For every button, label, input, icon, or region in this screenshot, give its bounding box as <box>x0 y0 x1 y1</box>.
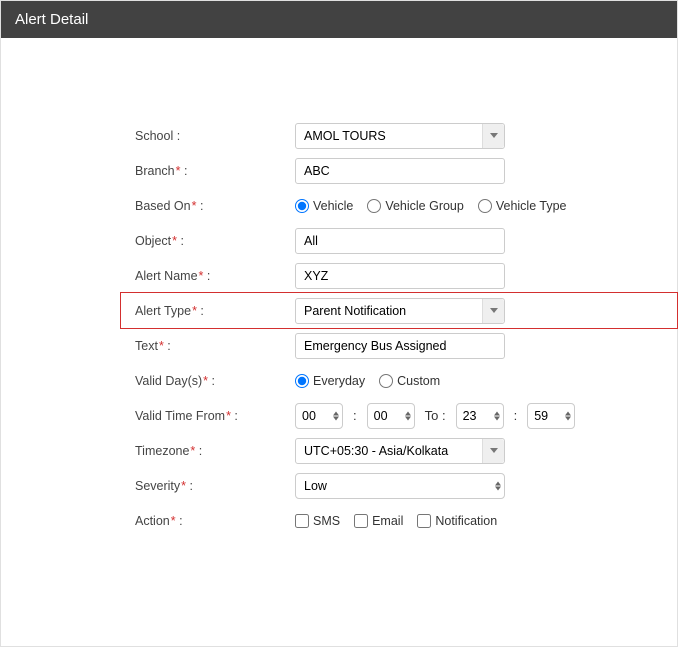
action-sms-checkbox[interactable]: SMS <box>295 514 340 528</box>
row-severity: Severity* : Low <box>121 468 677 503</box>
school-select[interactable]: AMOL TOURS <box>295 123 505 149</box>
action-email-checkbox[interactable]: Email <box>354 514 403 528</box>
row-basedon: Based On* : Vehicle Vehicle Group Vehicl… <box>121 188 677 223</box>
label-text: Text* : <box>135 339 295 353</box>
school-select-input[interactable]: AMOL TOURS <box>295 123 505 149</box>
time-colon: : <box>512 408 520 423</box>
page-title: Alert Detail <box>15 11 88 28</box>
label-basedon: Based On* : <box>135 199 295 213</box>
label-branch: Branch* : <box>135 164 295 178</box>
from-min-select[interactable]: 00 <box>367 403 415 429</box>
label-validday: Valid Day(s)* : <box>135 374 295 388</box>
form-body: School : AMOL TOURS Branch* : B <box>1 38 677 538</box>
row-text: Text* : <box>121 328 677 363</box>
action-notification-checkbox[interactable]: Notification <box>417 514 497 528</box>
row-timezone: Timezone* : UTC+05:30 - Asia/Kolkata <box>121 433 677 468</box>
text-input[interactable] <box>295 333 505 359</box>
row-school: School : AMOL TOURS <box>121 118 677 153</box>
alert-detail-page: Alert Detail School : AMOL TOURS Branch*… <box>0 0 678 647</box>
validday-custom-radio[interactable]: Custom <box>379 374 440 388</box>
row-alerttype: Alert Type* : Parent Notification <box>121 293 677 328</box>
from-hour-select[interactable]: 00 <box>295 403 343 429</box>
alertname-input[interactable] <box>295 263 505 289</box>
panel-header: Alert Detail <box>1 1 677 38</box>
row-object: Object* : <box>121 223 677 258</box>
label-validtime: Valid Time From* : <box>135 409 295 423</box>
validday-everyday-radio[interactable]: Everyday <box>295 374 365 388</box>
alerttype-select[interactable]: Parent Notification <box>295 298 505 324</box>
timezone-select-input[interactable]: UTC+05:30 - Asia/Kolkata <box>295 438 505 464</box>
row-branch: Branch* : <box>121 153 677 188</box>
branch-input[interactable] <box>295 158 505 184</box>
timezone-select[interactable]: UTC+05:30 - Asia/Kolkata <box>295 438 505 464</box>
basedon-vehicle-radio[interactable]: Vehicle <box>295 199 353 213</box>
to-min-select[interactable]: 59 <box>527 403 575 429</box>
to-label: To : <box>423 408 448 423</box>
row-validday: Valid Day(s)* : Everyday Custom <box>121 363 677 398</box>
label-school: School : <box>135 129 295 143</box>
time-colon: : <box>351 408 359 423</box>
row-action: Action* : SMS Email Notification <box>121 503 677 538</box>
label-alertname: Alert Name* : <box>135 269 295 283</box>
to-hour-select[interactable]: 23 <box>456 403 504 429</box>
alerttype-select-input[interactable]: Parent Notification <box>295 298 505 324</box>
label-timezone: Timezone* : <box>135 444 295 458</box>
basedon-vehicletype-radio[interactable]: Vehicle Type <box>478 199 567 213</box>
label-alerttype: Alert Type* : <box>135 304 295 318</box>
severity-select[interactable]: Low <box>295 473 505 499</box>
severity-select-input[interactable]: Low <box>295 473 505 499</box>
row-validtime: Valid Time From* : 00 : 00 To : 23 : <box>121 398 677 433</box>
label-severity: Severity* : <box>135 479 295 493</box>
row-alertname: Alert Name* : <box>121 258 677 293</box>
object-input[interactable] <box>295 228 505 254</box>
label-action: Action* : <box>135 514 295 528</box>
basedon-vehiclegroup-radio[interactable]: Vehicle Group <box>367 199 464 213</box>
label-object: Object* : <box>135 234 295 248</box>
